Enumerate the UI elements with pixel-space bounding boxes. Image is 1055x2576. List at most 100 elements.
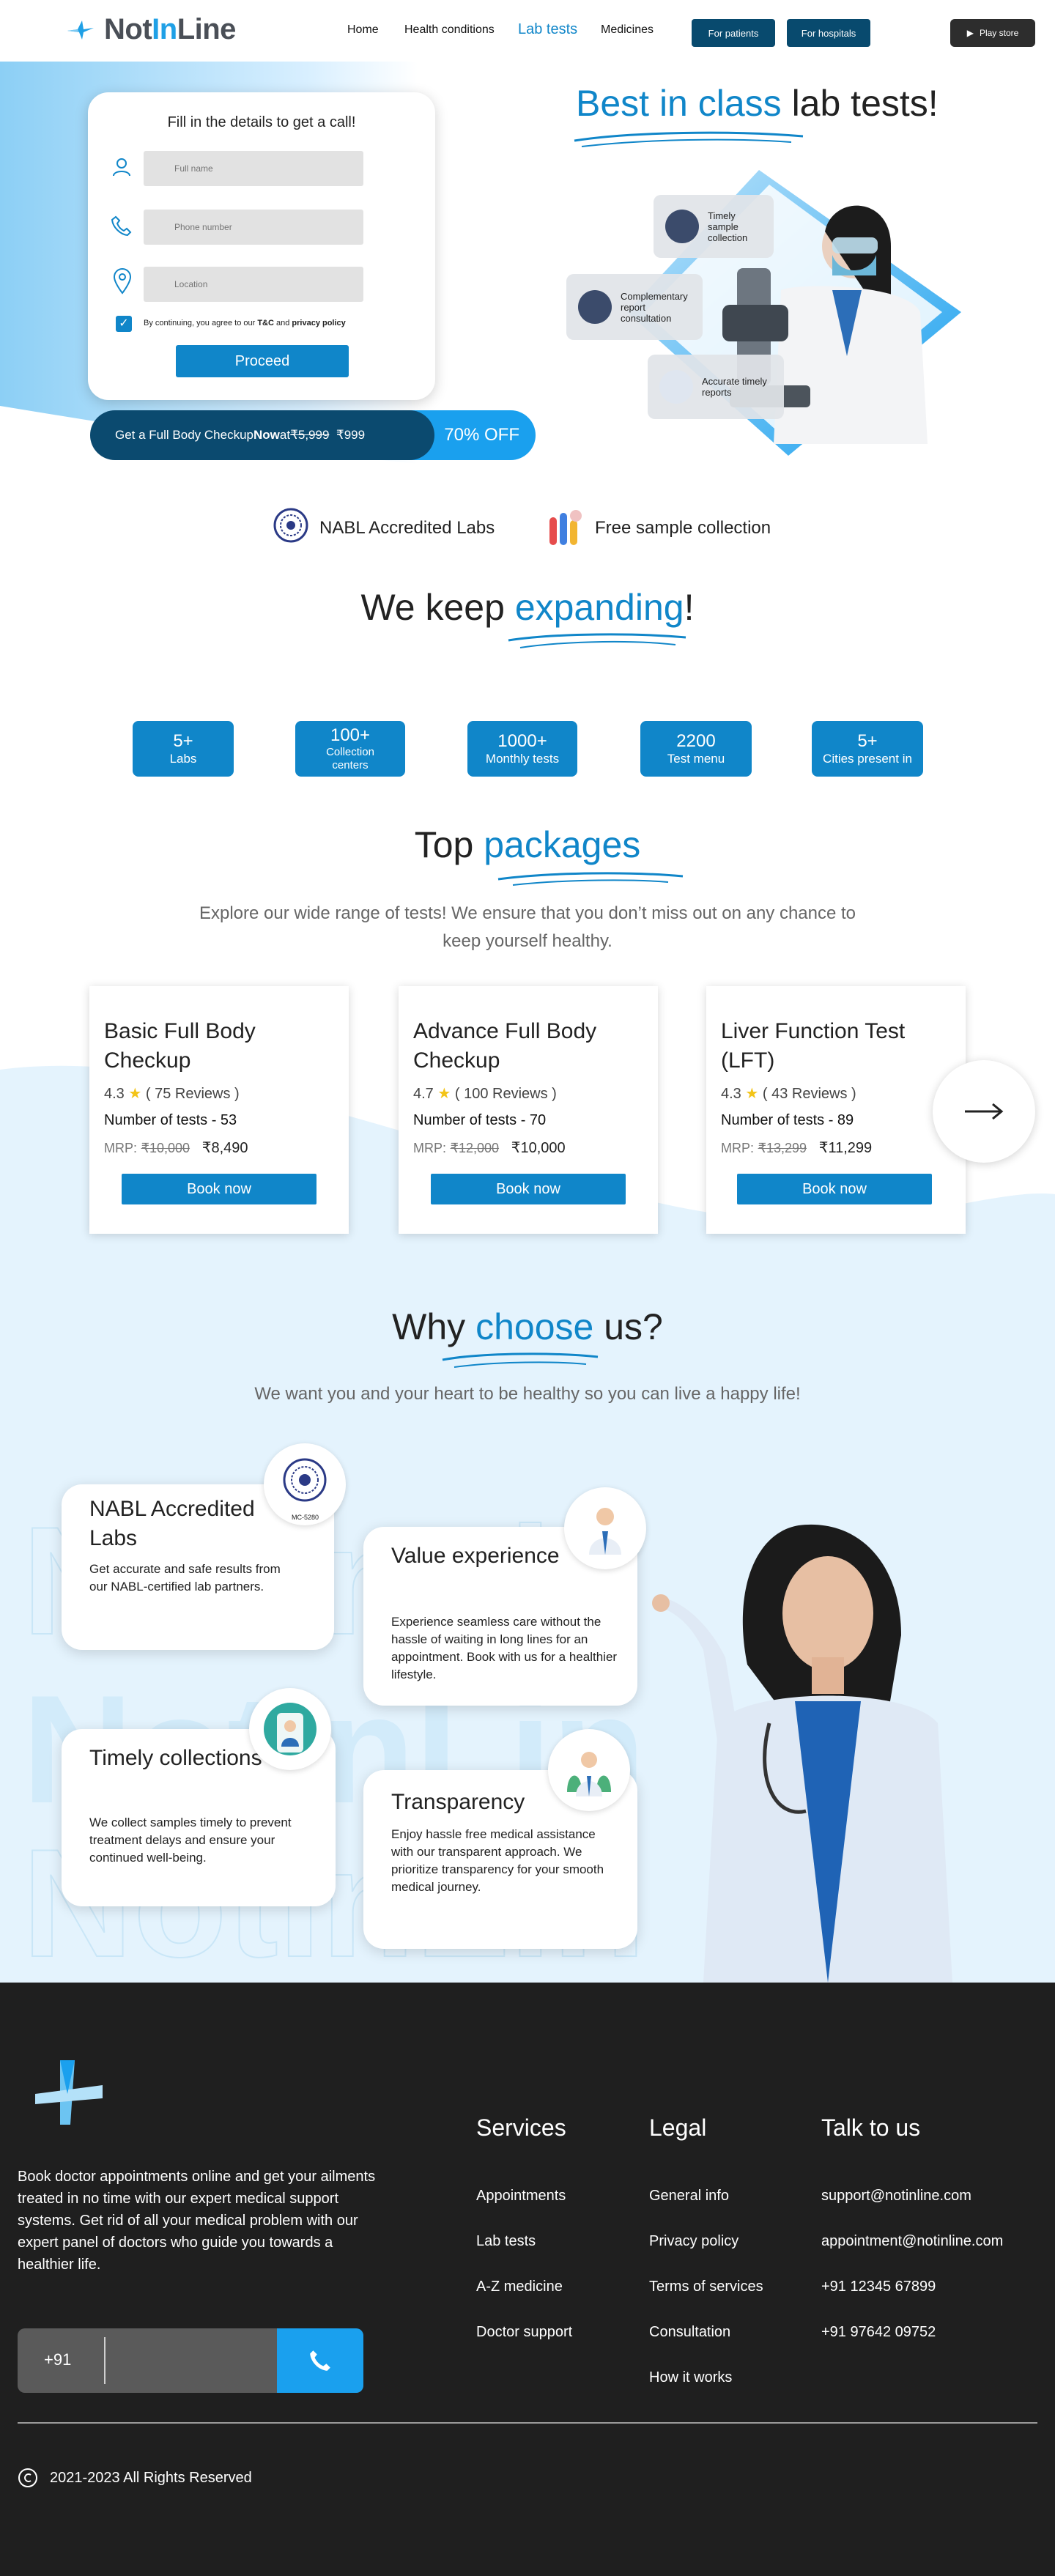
nav-home[interactable]: Home bbox=[347, 23, 379, 37]
callback-form: Fill in the details to get a call! ✓ By … bbox=[88, 92, 435, 400]
stat-label: Cities present in bbox=[823, 752, 912, 766]
package-name: Advance Full Body Checkup bbox=[413, 1019, 597, 1073]
footer-appointment-email[interactable]: appointment@notinline.com bbox=[821, 2233, 1003, 2250]
terms-text: By continuing, you agree to our T&C and … bbox=[144, 319, 346, 327]
nabl-badge-label: NABL Accredited Labs bbox=[319, 518, 495, 538]
stat-cities: 5+ Cities present in bbox=[812, 721, 923, 777]
play-store-button[interactable]: ▶ Play store bbox=[950, 19, 1035, 47]
nabl-seal-icon bbox=[283, 1458, 327, 1502]
review-count: ( 43 Reviews ) bbox=[762, 1086, 856, 1102]
why-card-title: Timely collections bbox=[89, 1746, 262, 1770]
footer-link-general-info[interactable]: General info bbox=[649, 2188, 729, 2205]
user-icon bbox=[113, 158, 130, 177]
footer-phone-2[interactable]: +91 97642 09752 bbox=[821, 2324, 936, 2341]
copyright-text: 2021-2023 All Rights Reserved bbox=[50, 2469, 252, 2486]
package-name: Liver Function Test (LFT) bbox=[721, 1019, 906, 1073]
offer-banner[interactable]: Get a Full Body Checkup Now at ₹5,999 ₹9… bbox=[90, 410, 536, 460]
stat-monthly-tests: 1000+ Monthly tests bbox=[467, 721, 577, 777]
mobile-doctor-icon bbox=[264, 1703, 316, 1755]
package-rating: 4.3 ★ ( 43 Reviews ) bbox=[721, 1084, 856, 1103]
review-count: ( 75 Reviews ) bbox=[145, 1086, 240, 1102]
logo[interactable]: NotInLine bbox=[64, 13, 236, 46]
nav-lab-tests[interactable]: Lab tests bbox=[518, 21, 577, 38]
report-consultation-icon bbox=[578, 290, 612, 324]
phone-icon bbox=[111, 215, 132, 237]
why-card-desc: Experience seamless care without the has… bbox=[391, 1615, 618, 1681]
call-button[interactable] bbox=[277, 2328, 363, 2393]
footer-phone-input[interactable]: +91 bbox=[18, 2328, 363, 2393]
package-price: MRP: ₹13,299 ₹11,299 bbox=[721, 1139, 872, 1157]
why-card-title: NABL Accredited Labs bbox=[89, 1497, 255, 1550]
footer-link-doctor-support[interactable]: Doctor support bbox=[476, 2324, 572, 2341]
book-now-button[interactable]: Book now bbox=[122, 1174, 316, 1204]
for-patients-button[interactable]: For patients bbox=[692, 19, 775, 47]
nav-medicines[interactable]: Medicines bbox=[601, 23, 654, 37]
footer-link-az-medicine[interactable]: A-Z medicine bbox=[476, 2279, 563, 2295]
privacy-policy-link[interactable]: privacy policy bbox=[292, 319, 345, 327]
for-hospitals-button[interactable]: For hospitals bbox=[787, 19, 870, 47]
stat-number: 2200 bbox=[676, 731, 716, 751]
location-input[interactable] bbox=[144, 267, 363, 302]
footer-link-appointments[interactable]: Appointments bbox=[476, 2188, 566, 2205]
doctor-badge bbox=[564, 1487, 646, 1569]
reports-icon bbox=[659, 370, 693, 404]
mrp-value: ₹12,000 bbox=[450, 1141, 500, 1155]
offer-old-price: ₹5,999 bbox=[290, 428, 330, 442]
nav-health-conditions[interactable]: Health conditions bbox=[404, 23, 495, 37]
book-now-button[interactable]: Book now bbox=[431, 1174, 626, 1204]
sale-price: ₹8,490 bbox=[201, 1140, 248, 1156]
mrp-label: MRP: bbox=[413, 1141, 446, 1155]
footer-phone-1[interactable]: +91 12345 67899 bbox=[821, 2279, 936, 2295]
stat-label: Test menu bbox=[667, 752, 725, 766]
logo-text-in: In bbox=[152, 13, 177, 45]
stat-number: 5+ bbox=[857, 731, 878, 751]
footer-link-terms[interactable]: Terms of services bbox=[649, 2279, 763, 2295]
play-store-label: Play store bbox=[979, 28, 1019, 38]
terms-checkbox[interactable]: ✓ bbox=[116, 316, 132, 332]
footer-link-how-it-works[interactable]: How it works bbox=[649, 2369, 732, 2386]
proceed-button[interactable]: Proceed bbox=[176, 345, 349, 377]
free-sample-badge: Free sample collection bbox=[544, 507, 771, 549]
fullname-input[interactable] bbox=[144, 151, 363, 186]
nabl-seal: MC-5280 bbox=[264, 1443, 346, 1525]
stat-number: 1000+ bbox=[497, 731, 547, 751]
footer-link-consultation[interactable]: Consultation bbox=[649, 2324, 730, 2341]
star-icon: ★ bbox=[128, 1086, 142, 1102]
footer-link-lab-tests[interactable]: Lab tests bbox=[476, 2233, 536, 2250]
phone-input[interactable] bbox=[144, 210, 363, 245]
package-name: Basic Full Body Checkup bbox=[104, 1019, 256, 1073]
next-packages-button[interactable] bbox=[933, 1060, 1035, 1163]
feature-report-consultation: Complementary report consultation bbox=[566, 274, 703, 340]
mrp-label: MRP: bbox=[721, 1141, 754, 1155]
logo-icon bbox=[67, 20, 94, 40]
terms-tc-link[interactable]: T&C bbox=[257, 319, 274, 327]
stat-labs: 5+ Labs bbox=[133, 721, 234, 777]
stat-label: Collection centers bbox=[326, 746, 374, 771]
packages-underline bbox=[497, 872, 684, 886]
footer: Book doctor appointments online and get … bbox=[0, 1983, 1055, 2576]
package-test-count: Number of tests - 89 bbox=[721, 1112, 854, 1128]
doctor-illustration bbox=[652, 1524, 952, 1983]
country-code[interactable]: +91 bbox=[44, 2350, 71, 2369]
footer-logo-icon bbox=[35, 2060, 103, 2125]
footer-services-heading: Services bbox=[476, 2114, 566, 2141]
package-card[interactable]: Basic Full Body Checkup 4.3 ★ ( 75 Revie… bbox=[89, 986, 349, 1234]
sample-collection-icon bbox=[665, 210, 699, 243]
book-now-button[interactable]: Book now bbox=[737, 1174, 932, 1204]
terms-and: and bbox=[273, 319, 292, 327]
stat-label: Monthly tests bbox=[485, 752, 560, 766]
location-icon bbox=[113, 268, 132, 295]
why-title: Why choose us? bbox=[0, 1306, 1055, 1348]
package-card[interactable]: Advance Full Body Checkup 4.7 ★ ( 100 Re… bbox=[399, 986, 658, 1234]
feature-timely-sample: Timely sample collection bbox=[654, 195, 774, 258]
mrp-value: ₹10,000 bbox=[141, 1141, 190, 1155]
footer-link-privacy-policy[interactable]: Privacy policy bbox=[649, 2233, 738, 2250]
footer-support-email[interactable]: support@notinline.com bbox=[821, 2188, 971, 2205]
header: NotInLine Home Health conditions Lab tes… bbox=[0, 0, 1055, 62]
rating-value: 4.3 bbox=[104, 1086, 125, 1102]
package-card[interactable]: Liver Function Test (LFT) 4.3 ★ ( 43 Rev… bbox=[706, 986, 966, 1234]
feature-label: Complementary report consultation bbox=[621, 290, 688, 324]
stat-test-menu: 2200 Test menu bbox=[640, 721, 752, 777]
why-subtitle: We want you and your heart to be healthy… bbox=[254, 1384, 801, 1404]
doctor-phone-badge bbox=[249, 1688, 331, 1770]
